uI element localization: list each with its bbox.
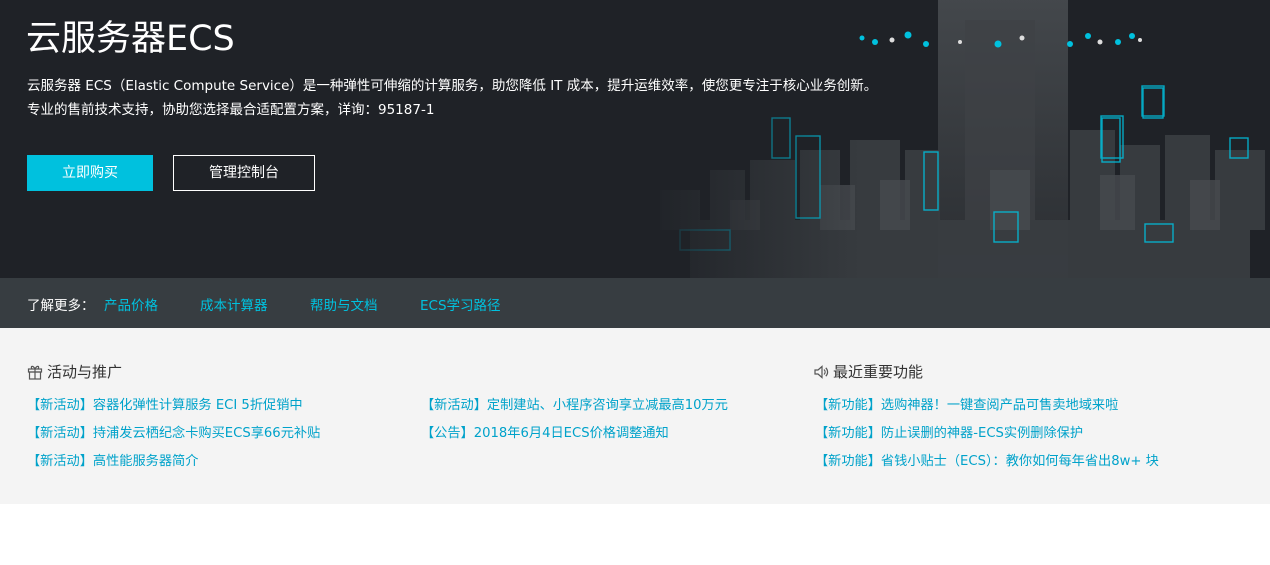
promo-link[interactable]: 【新活动】高性能服务器简介: [27, 450, 198, 469]
hero-banner: 云服务器ECS 云服务器 ECS（Elastic Compute Service…: [0, 0, 1270, 278]
promo-link[interactable]: 【新活动】容器化弹性计算服务 ECI 5折促销中: [27, 394, 303, 413]
feature-link[interactable]: 【新功能】省钱小贴士（ECS）：教你如何每年省出8w+ 块: [815, 450, 1159, 469]
promotions-title: 活动与推广: [47, 363, 123, 381]
learn-more-label: 了解更多：: [27, 298, 95, 314]
learn-more-bar: 了解更多： 产品价格 成本计算器 帮助与文档 ECS学习路径: [0, 278, 1270, 328]
promo-link[interactable]: 【新活动】持浦发云栖纪念卡购买ECS享66元补贴: [27, 422, 320, 441]
promo-link[interactable]: 【公告】2018年6月4日ECS价格调整通知: [421, 422, 669, 441]
features-title: 最近重要功能: [833, 363, 924, 381]
link-learning-path[interactable]: ECS学习路径: [420, 294, 501, 314]
promo-link[interactable]: 【新活动】定制建站、小程序咨询享立减最高10万元: [421, 394, 728, 413]
hero-description: 云服务器 ECS（Elastic Compute Service）是一种弹性可伸…: [27, 74, 877, 122]
feature-link[interactable]: 【新功能】选购神器！一键查阅产品可售卖地域来啦: [815, 394, 1118, 413]
features-header: 最近重要功能: [813, 361, 923, 382]
feature-link[interactable]: 【新功能】防止误删的神器-ECS实例删除保护: [815, 422, 1083, 441]
news-section: 活动与推广 【新活动】容器化弹性计算服务 ECI 5折促销中 【新活动】持浦发云…: [0, 328, 1270, 504]
hero-desc-line2: 专业的售前技术支持，协助您选择最合适配置方案，详询：95187-1: [27, 102, 435, 118]
link-help-docs[interactable]: 帮助与文档: [310, 294, 378, 314]
gift-icon: [27, 365, 43, 380]
hero-desc-line1: 云服务器 ECS（Elastic Compute Service）是一种弹性可伸…: [27, 78, 878, 94]
buy-now-button[interactable]: 立即购买: [27, 155, 153, 191]
city-illustration: [640, 0, 1270, 278]
link-cost-calculator[interactable]: 成本计算器: [200, 294, 268, 314]
console-button[interactable]: 管理控制台: [173, 155, 315, 191]
speaker-icon: [814, 364, 829, 379]
page-title: 云服务器ECS: [26, 19, 235, 59]
link-pricing[interactable]: 产品价格: [104, 294, 158, 314]
promotions-header: 活动与推广: [27, 361, 122, 382]
